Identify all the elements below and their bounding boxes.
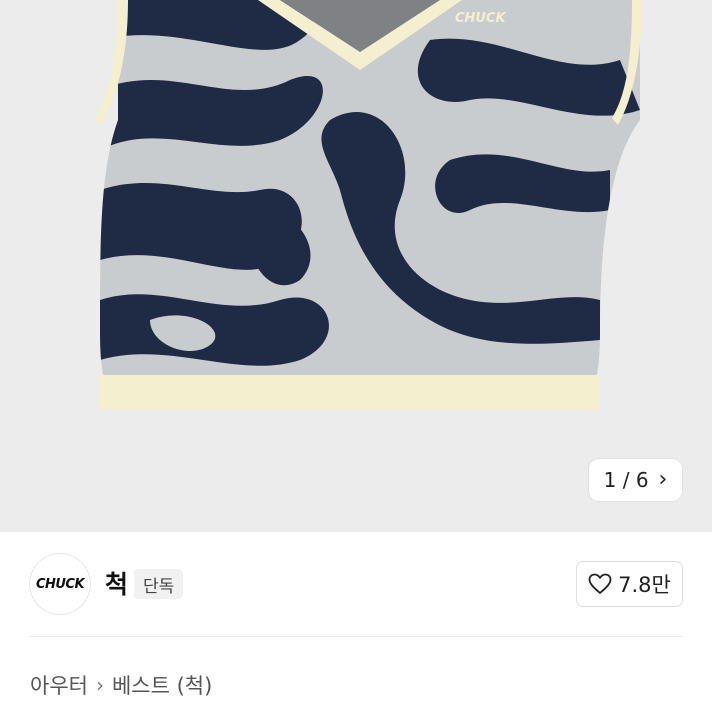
brand-row: CHUCK 척 단독 7.8만 — [0, 545, 712, 625]
image-counter-text: 1 / 6 — [603, 468, 649, 492]
brand-name[interactable]: 척 — [105, 565, 128, 601]
brand-logo[interactable]: CHUCK — [30, 554, 90, 614]
brand-logo-text: CHUCK — [35, 576, 85, 592]
exclusive-badge: 단독 — [134, 569, 184, 599]
divider — [30, 636, 682, 637]
image-counter[interactable]: 1 / 6 › — [589, 459, 682, 501]
like-count: 7.8만 — [618, 573, 671, 597]
breadcrumb: 아우터 › 베스트 (척) — [30, 670, 212, 700]
breadcrumb-item-vest[interactable]: 베스트 (척) — [112, 670, 212, 700]
chevron-right-icon: › — [658, 467, 668, 492]
product-image-gallery[interactable]: CHUCK 1 / 6 › — [0, 0, 712, 532]
breadcrumb-separator-icon: › — [95, 673, 104, 697]
breadcrumb-item-outer[interactable]: 아우터 — [30, 670, 88, 700]
garment-logo: CHUCK — [455, 11, 507, 26]
like-button[interactable]: 7.8만 — [577, 562, 682, 606]
product-image: CHUCK — [94, 0, 642, 410]
heart-outline-icon — [588, 573, 612, 595]
